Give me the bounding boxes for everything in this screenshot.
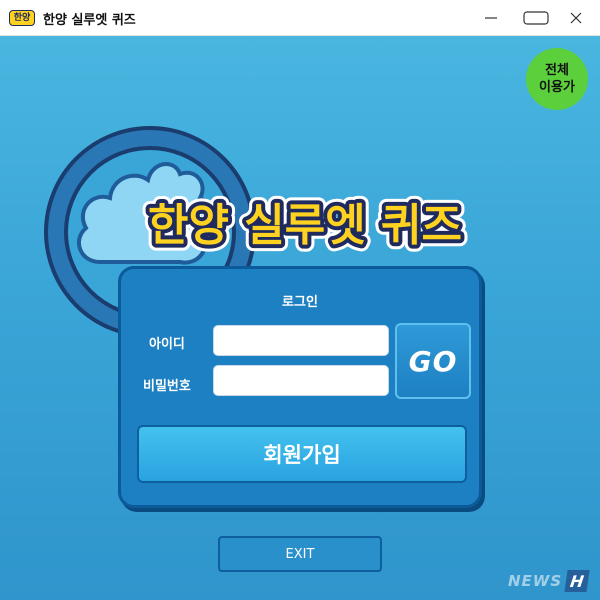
window-title: 한양 실루엣 퀴즈: [43, 13, 136, 28]
password-input[interactable]: [213, 365, 389, 396]
logo-text: 한양 실루엣 퀴즈: [148, 200, 462, 251]
exit-button-label: EXIT: [285, 546, 315, 562]
signup-button[interactable]: 회원가입: [137, 425, 467, 483]
go-button[interactable]: GO: [395, 323, 471, 399]
rating-line-2: 이용가: [539, 80, 575, 95]
age-rating-badge: 전체 이용가: [526, 48, 588, 110]
exit-button[interactable]: EXIT: [218, 536, 382, 572]
id-label: 아이디: [149, 337, 185, 352]
news-watermark: NEWS H: [508, 568, 596, 594]
game-logo: 한양 실루엣 퀴즈 한양 실루엣 퀴즈 한양 실루엣 퀴즈: [141, 193, 469, 258]
login-panel: 로그인 아이디 비밀번호 GO 회원가입: [118, 266, 482, 508]
minimize-button[interactable]: [468, 0, 514, 36]
close-button[interactable]: [553, 0, 599, 36]
rating-line-1: 전체: [545, 63, 569, 78]
login-title: 로그인: [282, 295, 318, 310]
app-icon: 한양: [9, 10, 35, 26]
watermark-text: NEWS: [508, 572, 563, 590]
app-icon-text: 한양: [13, 12, 31, 23]
close-icon: [570, 12, 582, 24]
title-bar: 한양 한양 실루엣 퀴즈: [0, 0, 600, 36]
game-stage: 전체 이용가 한양 실루엣 퀴즈 한양 실루엣 퀴즈 한양 실루엣 퀴즈 로그인…: [0, 36, 600, 600]
password-label: 비밀번호: [143, 379, 191, 394]
minimize-icon: [485, 17, 497, 19]
signup-button-label: 회원가입: [263, 443, 341, 467]
go-button-label: GO: [408, 344, 458, 378]
maximize-icon: [523, 11, 549, 25]
id-input[interactable]: [213, 325, 389, 356]
watermark-mark: H: [564, 570, 590, 592]
